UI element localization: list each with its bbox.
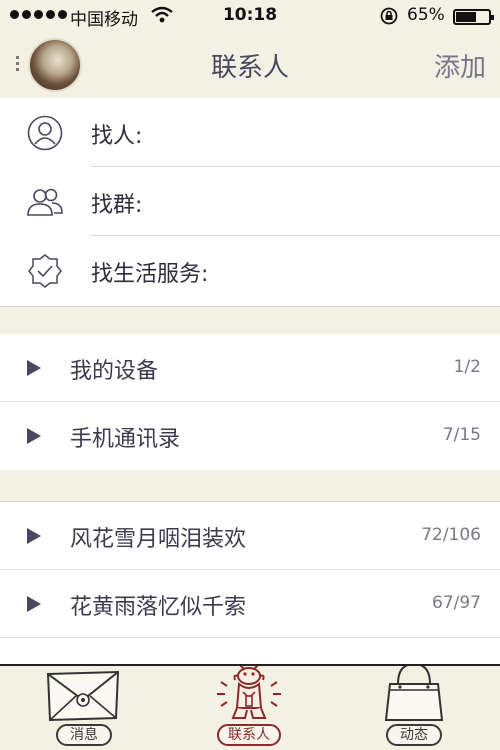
expand-arrow-icon <box>27 360 41 376</box>
expand-arrow-icon <box>27 528 41 544</box>
tab-moments[interactable]: 动态 <box>364 666 464 750</box>
nav-bar: 联系人 添加 <box>0 32 500 98</box>
tab-bar: 消息 联系人 动态 <box>0 664 500 750</box>
group-count: 7/15 <box>442 425 481 445</box>
divider <box>0 637 500 638</box>
person-icon <box>27 115 63 151</box>
find-person-label: 找人: <box>91 124 143 149</box>
group-count: 72/106 <box>421 525 481 545</box>
find-person-row[interactable]: 找人: <box>0 98 500 167</box>
page-title: 联系人 <box>210 53 289 83</box>
tab-label: 联系人 <box>217 724 281 746</box>
status-bar: 中国移动 10:18 65% <box>0 0 500 32</box>
group-name: 花黄雨落忆似千索 <box>70 595 247 620</box>
group-count: 67/97 <box>432 593 481 613</box>
tab-label: 动态 <box>386 724 442 746</box>
group-icon <box>27 188 63 216</box>
service-badge-icon <box>28 254 62 288</box>
find-group-row[interactable]: 找群: <box>0 167 500 236</box>
contact-groups-section: 我的设备 1/2 手机通讯录 7/15 <box>0 334 500 470</box>
rotation-lock-icon <box>380 7 398 25</box>
group-count: 1/2 <box>453 357 481 377</box>
find-service-row[interactable]: 找生活服务: <box>0 236 500 305</box>
battery-icon <box>453 9 494 25</box>
find-section: 找人: 找群: 找生活服务: <box>0 98 500 306</box>
group-row-devices[interactable]: 我的设备 1/2 <box>0 334 500 402</box>
tab-label: 消息 <box>56 724 112 746</box>
find-group-label: 找群: <box>91 193 143 218</box>
bag-icon <box>384 666 444 721</box>
add-button[interactable]: 添加 <box>434 47 486 84</box>
group-row-phonebook[interactable]: 手机通讯录 7/15 <box>0 402 500 470</box>
tab-messages[interactable]: 消息 <box>34 666 134 750</box>
section-divider <box>0 306 500 307</box>
group-row-friends-2[interactable]: 花黄雨落忆似千索 67/97 <box>0 570 500 638</box>
tab-contacts[interactable]: 联系人 <box>199 666 299 750</box>
group-name: 我的设备 <box>70 359 159 384</box>
monkey-icon <box>217 666 281 719</box>
group-row-friends-1[interactable]: 风花雪月咽泪装欢 72/106 <box>0 502 500 570</box>
friend-groups-section: 风花雪月咽泪装欢 72/106 花黄雨落忆似千索 67/97 <box>0 502 500 664</box>
envelope-icon <box>46 670 120 722</box>
battery-percent: 65% <box>407 5 445 25</box>
group-name: 风花雪月咽泪装欢 <box>70 527 247 552</box>
find-service-label: 找生活服务: <box>91 262 209 287</box>
expand-arrow-icon <box>27 428 41 444</box>
expand-arrow-icon <box>27 596 41 612</box>
group-name: 手机通讯录 <box>70 427 181 452</box>
